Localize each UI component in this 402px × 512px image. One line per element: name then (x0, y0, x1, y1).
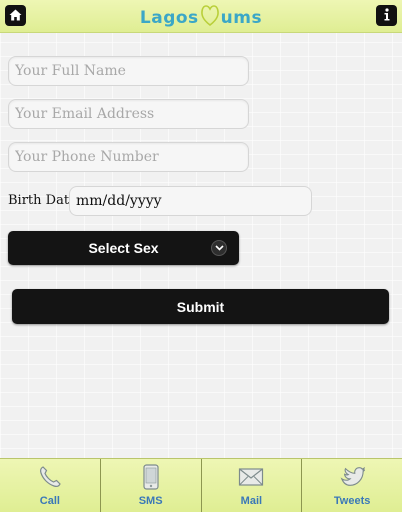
phone-field[interactable] (8, 142, 249, 172)
bottom-tab-bar: Call SMS Mail Tweets (0, 458, 402, 512)
email-field[interactable] (8, 99, 249, 129)
sex-select-label: Select Sex (88, 240, 159, 256)
birth-date-label: Birth Date (8, 193, 77, 208)
tab-mail-label: Mail (240, 495, 263, 507)
logo-text-left: Lagos (139, 8, 199, 28)
mobile-icon (138, 464, 164, 490)
info-button[interactable] (376, 5, 397, 26)
mail-icon (238, 464, 264, 490)
tab-mail[interactable]: Mail (202, 459, 303, 512)
birth-date-field[interactable]: mm/dd/yyyy (69, 186, 312, 216)
tab-tweets-label: Tweets (333, 495, 371, 507)
sex-select[interactable]: Select Sex (8, 231, 239, 265)
info-icon (383, 6, 391, 25)
tab-call[interactable]: Call (0, 459, 101, 512)
app-logo: Lagos ums (0, 3, 402, 32)
tab-sms[interactable]: SMS (101, 459, 202, 512)
submit-button[interactable]: Submit (12, 289, 389, 324)
tab-call-label: Call (39, 495, 60, 507)
full-name-field[interactable] (8, 56, 249, 86)
bird-icon (339, 464, 366, 490)
chevron-down-icon (211, 240, 227, 256)
tab-tweets[interactable]: Tweets (302, 459, 402, 512)
tab-sms-label: SMS (138, 495, 163, 507)
heart-icon (200, 3, 220, 32)
logo-text-right: ums (220, 8, 263, 28)
phone-icon (37, 464, 63, 490)
app-header: Lagos ums (0, 0, 402, 33)
